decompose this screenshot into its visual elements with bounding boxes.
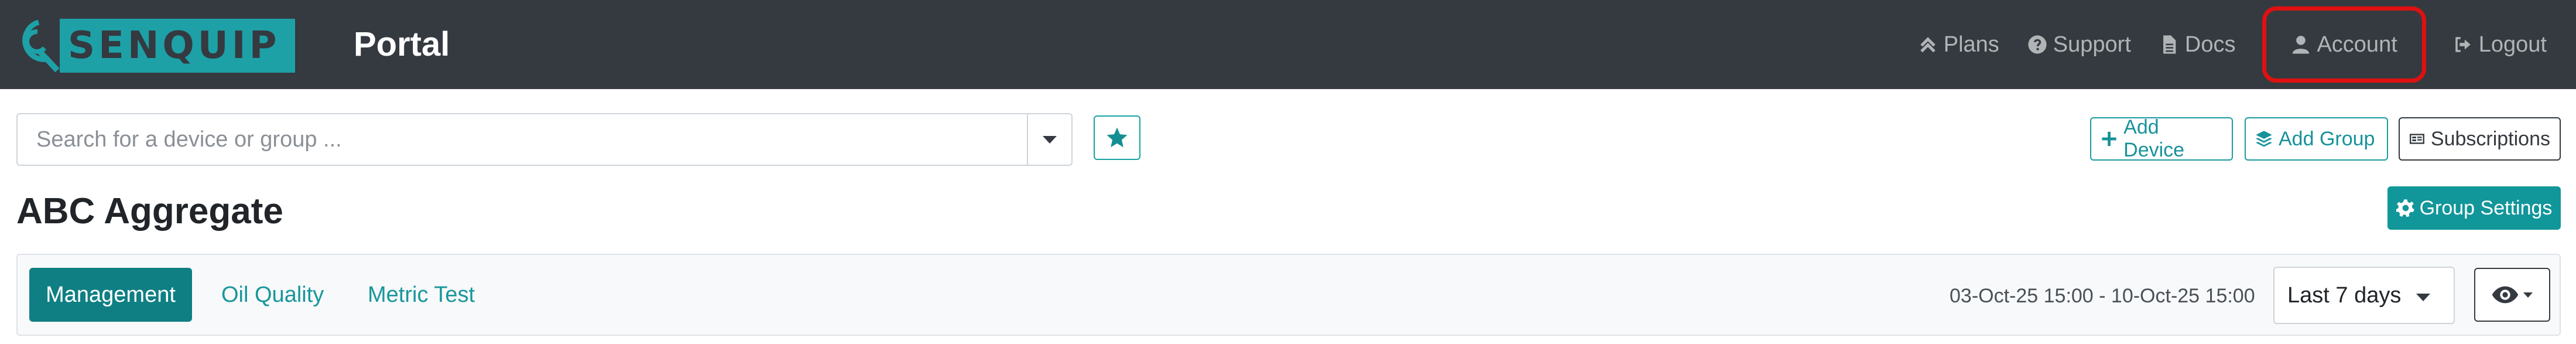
- nav-links: Plans Support Docs Account Logout: [1904, 6, 2561, 83]
- nav-docs[interactable]: Docs: [2145, 21, 2250, 68]
- add-group-label: Add Group: [2279, 127, 2375, 150]
- group-settings-label: Group Settings: [2419, 196, 2553, 219]
- page-title: ABC Aggregate: [16, 191, 283, 231]
- nav-account[interactable]: Account: [2262, 6, 2426, 83]
- tab-metric-test[interactable]: Metric Test: [350, 268, 492, 322]
- layer-group-icon: [2256, 131, 2272, 147]
- user-icon: [2293, 36, 2310, 54]
- nav-logout[interactable]: Logout: [2439, 21, 2561, 68]
- visibility-dropdown-button[interactable]: [2474, 268, 2550, 322]
- group-settings-button[interactable]: Group Settings: [2387, 186, 2561, 230]
- senquip-logo-mark-icon: [22, 19, 60, 73]
- file-icon: [2163, 35, 2176, 54]
- dashboard-tab-bar: Management Oil Quality Metric Test 03-Oc…: [16, 254, 2561, 336]
- plus-icon: [2102, 131, 2116, 147]
- time-period-select[interactable]: Last 7 days: [2273, 267, 2455, 324]
- tab-oil-quality[interactable]: Oil Quality: [204, 268, 341, 322]
- nav-plans-label: Plans: [1943, 32, 1999, 57]
- caret-down-icon: [1043, 135, 1057, 144]
- nav-account-label: Account: [2317, 32, 2397, 57]
- top-navbar: SENQUIP Portal Plans Support Docs Accoun…: [0, 0, 2576, 89]
- date-range-text: 03-Oct-25 15:00 - 10-Oct-25 15:00: [1950, 285, 2255, 307]
- favourites-button[interactable]: [1094, 115, 1140, 160]
- add-device-button[interactable]: Add Device: [2090, 116, 2233, 161]
- star-icon: [1107, 127, 1128, 148]
- double-chevron-up-icon: [1920, 37, 1936, 53]
- add-device-label: Add Device: [2123, 116, 2185, 161]
- eye-icon: [2492, 286, 2519, 304]
- tab-oil-quality-label: Oil Quality: [221, 282, 324, 307]
- nav-docs-label: Docs: [2184, 32, 2236, 57]
- gear-icon: [2396, 199, 2414, 217]
- tab-management-label: Management: [46, 282, 176, 307]
- nav-plans[interactable]: Plans: [1904, 21, 2013, 68]
- chevron-down-icon: [2416, 294, 2430, 301]
- subscriptions-button[interactable]: Subscriptions: [2399, 117, 2561, 161]
- tab-management[interactable]: Management: [29, 268, 192, 322]
- nav-support-label: Support: [2053, 32, 2131, 57]
- nav-support[interactable]: Support: [2013, 21, 2145, 68]
- question-circle-icon: [2028, 35, 2047, 54]
- id-card-icon: [2409, 134, 2424, 144]
- logo-wordmark: SENQUIP: [60, 19, 296, 73]
- caret-down-icon: [2523, 292, 2533, 298]
- portal-title[interactable]: Portal: [354, 22, 450, 67]
- logo-text: SENQUIP: [68, 24, 280, 67]
- tab-metric-test-label: Metric Test: [368, 282, 475, 307]
- time-period-value: Last 7 days: [2287, 282, 2402, 308]
- device-search-combobox[interactable]: [16, 113, 1073, 166]
- search-dropdown-toggle[interactable]: [1027, 114, 1071, 165]
- nav-logout-label: Logout: [2478, 32, 2547, 57]
- add-group-button[interactable]: Add Group: [2245, 117, 2388, 161]
- subscriptions-label: Subscriptions: [2430, 127, 2550, 150]
- sign-out-icon: [2455, 37, 2471, 52]
- brand-logo[interactable]: SENQUIP: [14, 18, 296, 74]
- search-input[interactable]: [18, 114, 1027, 165]
